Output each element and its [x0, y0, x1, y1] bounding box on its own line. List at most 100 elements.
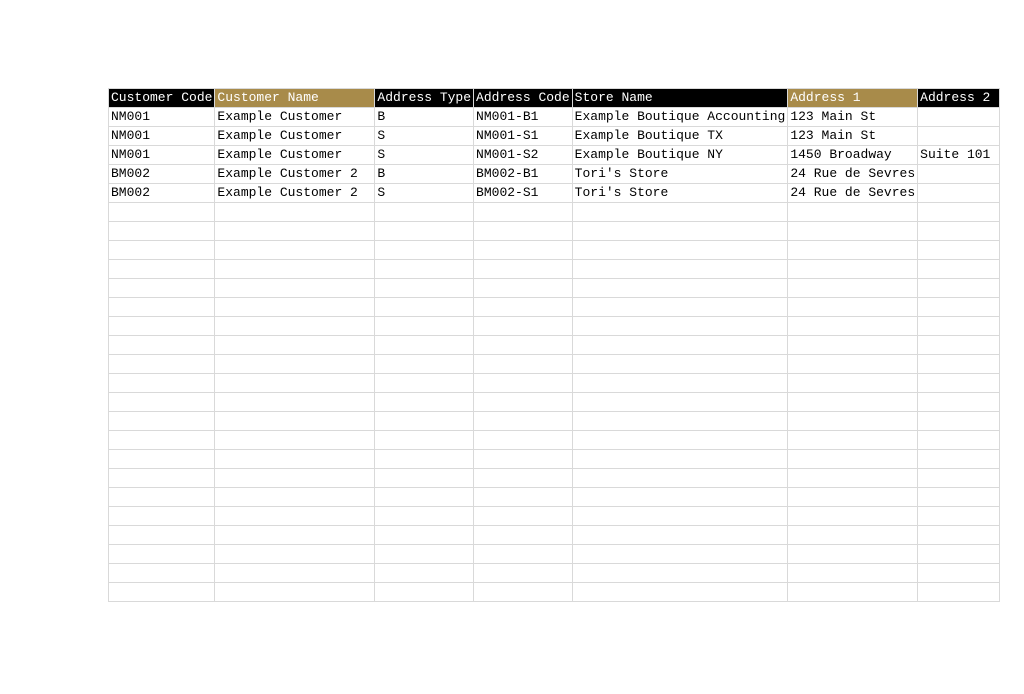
cell-empty[interactable]	[918, 507, 1000, 526]
cell[interactable]: NM001-S1	[474, 127, 573, 146]
cell-empty[interactable]	[109, 203, 215, 222]
cell[interactable]: NM001-B1	[474, 108, 573, 127]
cell-empty[interactable]	[474, 374, 573, 393]
cell-empty[interactable]	[572, 507, 788, 526]
cell-empty[interactable]	[572, 317, 788, 336]
cell-empty[interactable]	[572, 374, 788, 393]
cell-empty[interactable]	[215, 374, 375, 393]
cell[interactable]	[918, 165, 1000, 184]
cell-empty[interactable]	[788, 583, 918, 602]
cell-empty[interactable]	[109, 317, 215, 336]
cell-empty[interactable]	[572, 431, 788, 450]
cell-empty[interactable]	[215, 545, 375, 564]
cell-empty[interactable]	[109, 488, 215, 507]
cell-empty[interactable]	[572, 450, 788, 469]
cell-empty[interactable]	[474, 583, 573, 602]
cell[interactable]: BM002	[109, 165, 215, 184]
cell-empty[interactable]	[375, 241, 474, 260]
cell-empty[interactable]	[788, 393, 918, 412]
cell-empty[interactable]	[788, 336, 918, 355]
cell[interactable]: NM001	[109, 127, 215, 146]
cell-empty[interactable]	[474, 507, 573, 526]
cell-empty[interactable]	[474, 450, 573, 469]
cell[interactable]: 1450 Broadway	[788, 146, 918, 165]
cell-empty[interactable]	[375, 526, 474, 545]
cell-empty[interactable]	[215, 317, 375, 336]
cell-empty[interactable]	[474, 412, 573, 431]
cell-empty[interactable]	[918, 298, 1000, 317]
cell-empty[interactable]	[375, 583, 474, 602]
cell-empty[interactable]	[215, 203, 375, 222]
cell-empty[interactable]	[375, 488, 474, 507]
cell-empty[interactable]	[788, 488, 918, 507]
cell-empty[interactable]	[788, 317, 918, 336]
cell[interactable]: 24 Rue de Sevres	[788, 165, 918, 184]
cell-empty[interactable]	[109, 583, 215, 602]
cell-empty[interactable]	[375, 317, 474, 336]
cell-empty[interactable]	[109, 412, 215, 431]
cell-empty[interactable]	[572, 526, 788, 545]
cell-empty[interactable]	[474, 241, 573, 260]
cell-empty[interactable]	[375, 393, 474, 412]
cell-empty[interactable]	[109, 222, 215, 241]
cell-empty[interactable]	[109, 355, 215, 374]
cell-empty[interactable]	[572, 355, 788, 374]
cell-empty[interactable]	[375, 336, 474, 355]
cell-empty[interactable]	[918, 279, 1000, 298]
cell-empty[interactable]	[215, 298, 375, 317]
cell-empty[interactable]	[918, 412, 1000, 431]
cell-empty[interactable]	[788, 279, 918, 298]
cell-empty[interactable]	[375, 450, 474, 469]
cell-empty[interactable]	[918, 526, 1000, 545]
cell[interactable]: Tori's Store	[572, 165, 788, 184]
cell-empty[interactable]	[918, 564, 1000, 583]
cell-empty[interactable]	[109, 298, 215, 317]
cell-empty[interactable]	[109, 374, 215, 393]
col-customer-name[interactable]: Customer Name	[215, 89, 375, 108]
cell-empty[interactable]	[572, 203, 788, 222]
cell-empty[interactable]	[375, 431, 474, 450]
cell[interactable]: S	[375, 127, 474, 146]
cell-empty[interactable]	[474, 469, 573, 488]
cell[interactable]: Example Customer 2	[215, 184, 375, 203]
cell-empty[interactable]	[375, 203, 474, 222]
cell-empty[interactable]	[788, 526, 918, 545]
cell-empty[interactable]	[788, 374, 918, 393]
cell[interactable]: NM001	[109, 146, 215, 165]
cell[interactable]: Example Boutique TX	[572, 127, 788, 146]
cell-empty[interactable]	[474, 336, 573, 355]
cell[interactable]: S	[375, 146, 474, 165]
cell-empty[interactable]	[215, 488, 375, 507]
cell-empty[interactable]	[375, 412, 474, 431]
cell-empty[interactable]	[788, 431, 918, 450]
cell-empty[interactable]	[215, 260, 375, 279]
cell-empty[interactable]	[375, 260, 474, 279]
cell-empty[interactable]	[788, 298, 918, 317]
cell-empty[interactable]	[215, 526, 375, 545]
cell-empty[interactable]	[572, 545, 788, 564]
cell-empty[interactable]	[215, 393, 375, 412]
cell[interactable]	[918, 184, 1000, 203]
cell[interactable]: NM001	[109, 108, 215, 127]
cell[interactable]: Example Customer	[215, 108, 375, 127]
cell[interactable]: Example Customer	[215, 146, 375, 165]
cell-empty[interactable]	[788, 545, 918, 564]
cell-empty[interactable]	[375, 222, 474, 241]
cell[interactable]	[918, 127, 1000, 146]
cell-empty[interactable]	[109, 526, 215, 545]
cell-empty[interactable]	[109, 260, 215, 279]
cell-empty[interactable]	[788, 564, 918, 583]
cell-empty[interactable]	[375, 374, 474, 393]
cell-empty[interactable]	[215, 222, 375, 241]
cell[interactable]: Example Boutique Accounting	[572, 108, 788, 127]
cell-empty[interactable]	[215, 355, 375, 374]
cell[interactable]: 24 Rue de Sevres	[788, 184, 918, 203]
cell-empty[interactable]	[474, 279, 573, 298]
cell-empty[interactable]	[572, 279, 788, 298]
data-table[interactable]: Customer Code Customer Name Address Type…	[108, 88, 1000, 602]
cell[interactable]: Tori's Store	[572, 184, 788, 203]
cell-empty[interactable]	[918, 374, 1000, 393]
cell[interactable]: NM001-S2	[474, 146, 573, 165]
cell-empty[interactable]	[788, 412, 918, 431]
cell-empty[interactable]	[474, 488, 573, 507]
